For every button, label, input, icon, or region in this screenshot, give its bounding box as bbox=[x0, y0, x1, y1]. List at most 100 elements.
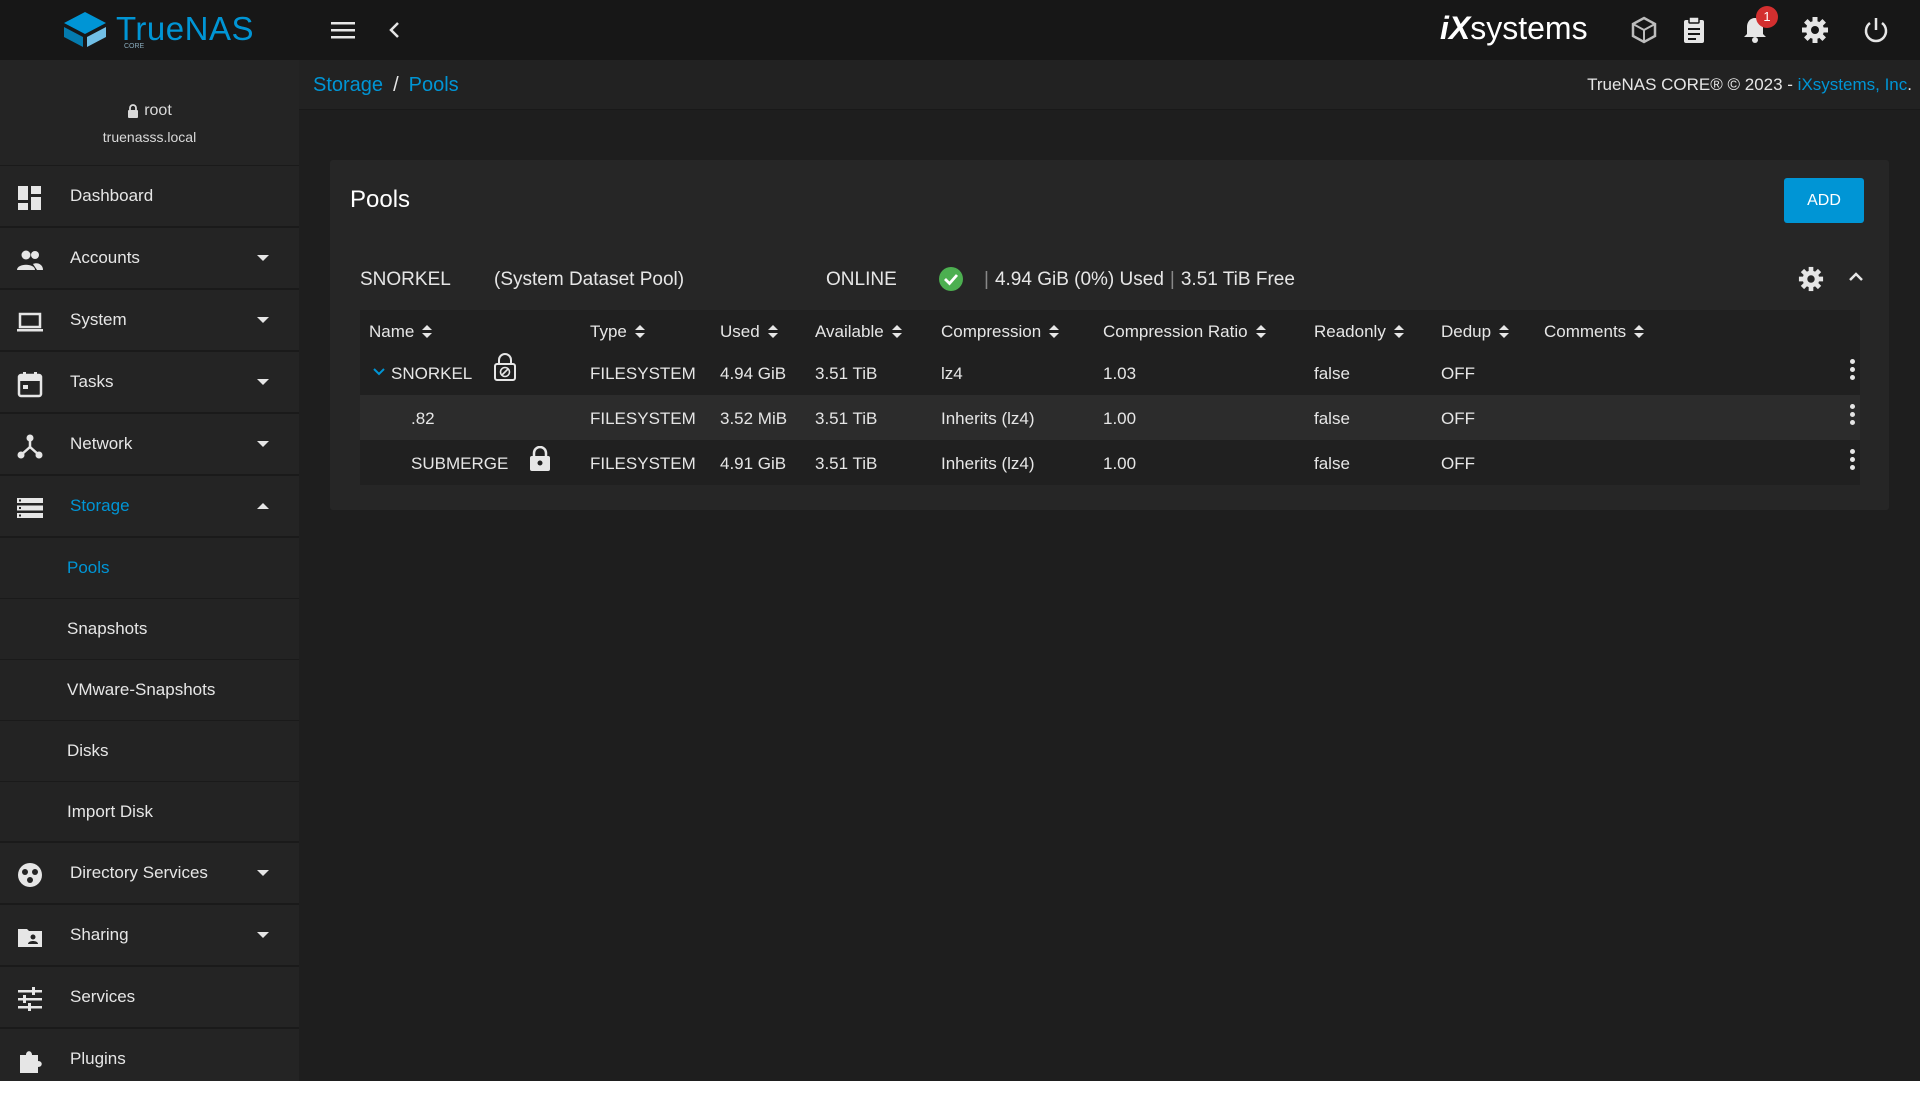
sidebar-item-plugins[interactable]: Plugins bbox=[0, 1029, 299, 1081]
cell-type: FILESYSTEM bbox=[590, 364, 696, 383]
power-icon bbox=[1864, 18, 1888, 43]
header-label: Name bbox=[369, 322, 415, 341]
network-icon bbox=[17, 434, 43, 459]
cell-compression-ratio: 1.03 bbox=[1103, 364, 1137, 383]
menu-toggle-button[interactable] bbox=[330, 17, 356, 48]
table-row[interactable]: .82 FILESYSTEM 3.52 MiB 3.51 TiB Inherit… bbox=[360, 395, 1860, 440]
more-vert-icon bbox=[1850, 449, 1855, 454]
puzzle-icon bbox=[20, 1051, 42, 1073]
table-header: Name Type Used Available Compression Com… bbox=[360, 310, 1860, 350]
lock-icon bbox=[530, 446, 550, 471]
sidebar-item-sharing[interactable]: Sharing bbox=[0, 905, 299, 967]
column-header-type[interactable]: Type bbox=[590, 322, 645, 342]
sidebar-item-accounts[interactable]: Accounts bbox=[0, 228, 299, 290]
column-header-name[interactable]: Name bbox=[369, 322, 433, 342]
truenas-logo[interactable]: TrueNAS bbox=[62, 10, 254, 48]
sidebar-item-directory-services[interactable]: Directory Services bbox=[0, 843, 299, 905]
sidebar-item-system[interactable]: System bbox=[0, 290, 299, 352]
sidebar-subitem-disks[interactable]: Disks bbox=[0, 721, 299, 782]
check-circle-icon bbox=[939, 267, 963, 291]
breadcrumb-storage[interactable]: Storage bbox=[313, 74, 383, 97]
breadcrumb-bar: Storage / Pools TrueNAS CORE® © 2023 - i… bbox=[299, 60, 1920, 110]
header-label: Type bbox=[590, 322, 627, 341]
sidebar-subitem-pools[interactable]: Pools bbox=[0, 538, 299, 599]
cell-compression-ratio: 1.00 bbox=[1103, 454, 1137, 473]
table-row[interactable]: SUBMERGE FILESYSTEM 4.91 GiB 3.51 TiB In… bbox=[360, 440, 1860, 485]
pool-used: 4.94 GiB (0%) Used bbox=[994, 269, 1164, 290]
sidebar-label-system: System bbox=[70, 310, 127, 329]
sidebar-label-dashboard: Dashboard bbox=[70, 186, 154, 205]
cell-dedup: OFF bbox=[1441, 454, 1475, 473]
pool-settings-button[interactable] bbox=[1798, 266, 1824, 297]
cell-readonly: false bbox=[1314, 454, 1350, 473]
settings-button[interactable] bbox=[1801, 16, 1829, 49]
truecommand-button[interactable] bbox=[1630, 16, 1658, 49]
task-manager-button[interactable] bbox=[1681, 16, 1707, 49]
sidebar-sublabel-disks: Disks bbox=[67, 741, 109, 760]
sidebar-subitem-snapshots[interactable]: Snapshots bbox=[0, 599, 299, 660]
sidebar-subitem-import-disk[interactable]: Import Disk bbox=[0, 782, 299, 843]
row-actions-button[interactable] bbox=[1850, 449, 1856, 473]
copyright: TrueNAS CORE® © 2023 - iXsystems, Inc. bbox=[1587, 75, 1912, 95]
sidebar-item-storage[interactable]: Storage bbox=[0, 476, 299, 538]
sidebar-label-plugins: Plugins bbox=[70, 1049, 126, 1068]
cell-available: 3.51 TiB bbox=[815, 409, 878, 428]
cell-readonly: false bbox=[1314, 364, 1350, 383]
sidebar-item-dashboard[interactable]: Dashboard bbox=[0, 166, 299, 228]
column-header-readonly[interactable]: Readonly bbox=[1314, 322, 1404, 342]
column-header-used[interactable]: Used bbox=[720, 322, 778, 342]
ixsystems-link[interactable]: iXsystems, Inc bbox=[1798, 75, 1908, 94]
header-label: Compression Ratio bbox=[1103, 322, 1248, 341]
sidebar-sublabel-vmware-snapshots: VMware-Snapshots bbox=[67, 680, 216, 699]
ixsystems-logo[interactable]: iXsystems bbox=[1440, 10, 1588, 47]
cell-used: 3.52 MiB bbox=[720, 409, 788, 428]
sort-icon bbox=[634, 325, 645, 339]
sidebar-subitem-vmware-snapshots[interactable]: VMware-Snapshots bbox=[0, 660, 299, 721]
sidebar-item-network[interactable]: Network bbox=[0, 414, 299, 476]
user-name-text: root bbox=[144, 102, 172, 119]
pool-description: (System Dataset Pool) bbox=[494, 269, 685, 290]
column-header-comments[interactable]: Comments bbox=[1544, 322, 1645, 342]
chevron-down-icon bbox=[257, 441, 269, 447]
user-name[interactable]: root bbox=[127, 102, 172, 120]
ix-logo-text: systems bbox=[1470, 10, 1588, 46]
cell-readonly: false bbox=[1314, 409, 1350, 428]
breadcrumb-pools[interactable]: Pools bbox=[409, 74, 459, 97]
page-title: Pools bbox=[350, 186, 411, 213]
sidebar-sublabel-snapshots: Snapshots bbox=[67, 619, 148, 638]
sidebar-item-services[interactable]: Services bbox=[0, 967, 299, 1029]
sidebar-label-storage: Storage bbox=[70, 496, 130, 515]
notification-badge: 1 bbox=[1756, 6, 1778, 28]
add-pool-button[interactable]: ADD bbox=[1784, 178, 1864, 223]
collapse-sidebar-button[interactable] bbox=[385, 17, 405, 48]
ix-logo-mark: iX bbox=[1440, 10, 1471, 46]
tune-icon bbox=[18, 987, 42, 1011]
cell-dedup: OFF bbox=[1441, 364, 1475, 383]
accounts-icon bbox=[17, 250, 43, 270]
collapse-pool-button[interactable] bbox=[1845, 266, 1867, 293]
row-actions-button[interactable] bbox=[1850, 359, 1856, 383]
sidebar-item-tasks[interactable]: Tasks bbox=[0, 352, 299, 414]
lock-icon bbox=[128, 104, 139, 118]
truenas-logo-icon bbox=[64, 12, 106, 47]
logo-sub: CORE bbox=[124, 43, 145, 50]
cell-dedup: OFF bbox=[1441, 409, 1475, 428]
lock-unlocked-icon bbox=[494, 353, 516, 381]
table-row[interactable]: SNORKEL FILESYSTEM 4.94 GiB 3.51 TiB lz4… bbox=[360, 350, 1860, 395]
cell-type: FILESYSTEM bbox=[590, 409, 696, 428]
column-header-compression[interactable]: Compression bbox=[941, 322, 1060, 342]
power-button[interactable] bbox=[1862, 16, 1890, 49]
header-label: Available bbox=[815, 322, 884, 341]
storage-icon bbox=[17, 498, 43, 518]
column-header-available[interactable]: Available bbox=[815, 322, 902, 342]
column-header-compression-ratio[interactable]: Compression Ratio bbox=[1103, 322, 1266, 342]
truecommand-icon bbox=[1631, 16, 1657, 44]
pool-header: SNORKEL (System Dataset Pool) ONLINE | 4.… bbox=[330, 248, 1889, 310]
cell-used: 4.91 GiB bbox=[720, 454, 787, 473]
clipboard-icon bbox=[1684, 16, 1704, 43]
row-actions-button[interactable] bbox=[1850, 404, 1856, 428]
chevron-up-icon bbox=[1849, 272, 1863, 281]
chevron-down-icon[interactable] bbox=[371, 366, 387, 378]
column-header-dedup[interactable]: Dedup bbox=[1441, 322, 1510, 342]
hamburger-icon bbox=[331, 22, 355, 39]
